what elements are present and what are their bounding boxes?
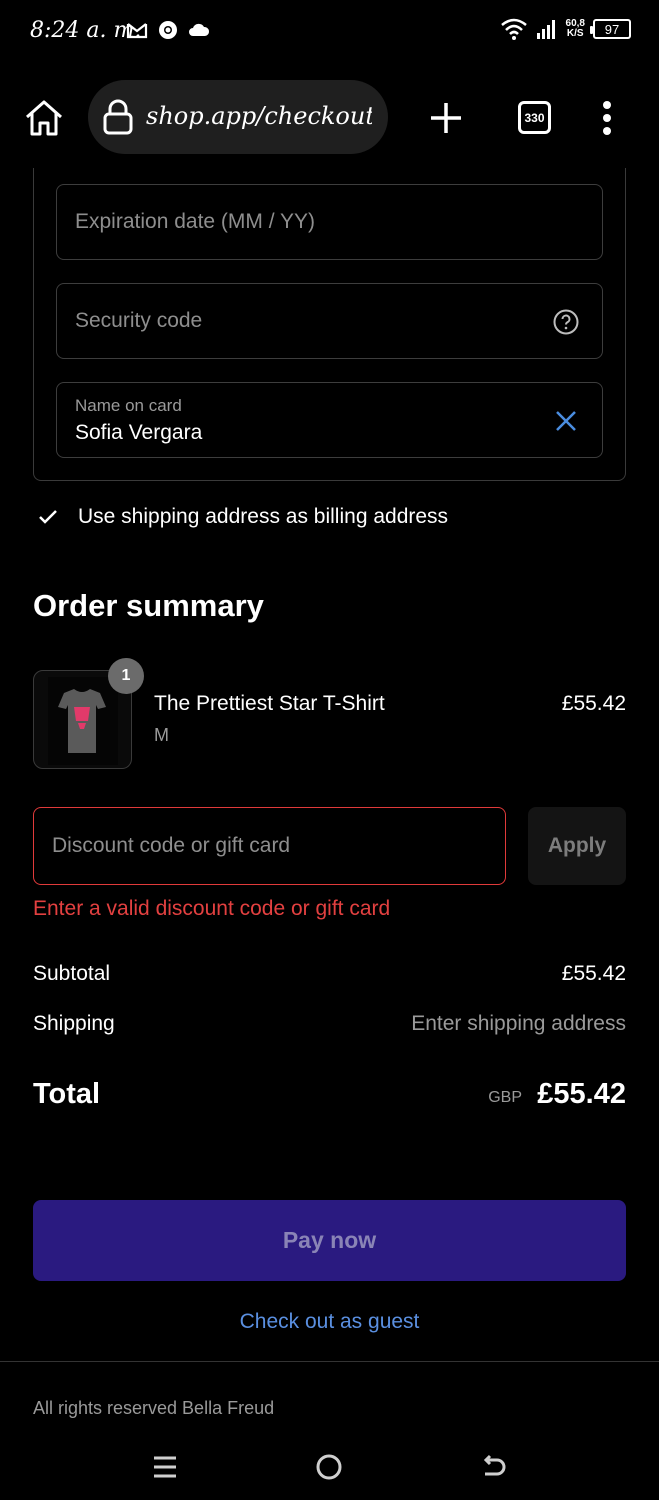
- wifi-icon: [500, 18, 527, 40]
- footer-copyright: All rights reserved Bella Freud: [33, 1398, 275, 1418]
- total-value: £55.42: [537, 1078, 626, 1110]
- product-name: The Prettiest Star T-Shirt: [154, 692, 385, 715]
- total-label: Total: [33, 1078, 101, 1110]
- gmail-icon: [126, 23, 148, 39]
- apply-discount-button[interactable]: Apply: [528, 807, 626, 885]
- chrome-icon: [159, 21, 177, 39]
- footer-divider: [0, 1361, 659, 1362]
- cloud-icon: [189, 23, 210, 36]
- back-icon[interactable]: [477, 1450, 511, 1484]
- new-tab-icon[interactable]: [426, 98, 466, 138]
- name-on-card-field[interactable]: Name on card Sofia Vergara: [56, 382, 603, 458]
- browser-toolbar: shop.app/checkout/5 330: [0, 80, 659, 154]
- expiration-date-placeholder: Expiration date (MM / YY): [75, 210, 316, 233]
- subtotal-value: £55.42: [561, 962, 626, 985]
- clear-icon[interactable]: [552, 407, 580, 435]
- product-price: £55.42: [561, 692, 626, 715]
- name-on-card-label: Name on card: [75, 396, 182, 415]
- discount-error-message: Enter a valid discount code or gift card: [33, 897, 391, 920]
- home-nav-icon[interactable]: [312, 1450, 346, 1484]
- network-speed: 60,8 K/S: [566, 19, 585, 39]
- billing-address-label: Use shipping address as billing address: [78, 505, 449, 528]
- system-icons: 60,8 K/S 97: [500, 18, 631, 40]
- checkout-as-guest-link[interactable]: Check out as guest: [0, 1310, 659, 1334]
- system-navigation-bar: [0, 1430, 659, 1500]
- quantity-badge: 1: [108, 658, 144, 694]
- shipping-value: Enter shipping address: [411, 1012, 626, 1035]
- notification-icons: [126, 20, 210, 40]
- total-currency: GBP: [488, 1089, 522, 1106]
- tab-switcher-button[interactable]: 330: [518, 101, 551, 134]
- status-bar: 8:24 a. m. 60,8 K/S 97: [0, 0, 659, 64]
- product-variant: M: [154, 725, 169, 745]
- order-summary-title: Order summary: [33, 588, 264, 623]
- battery-level: 97: [604, 21, 620, 37]
- url-text: shop.app/checkout/5: [146, 102, 372, 130]
- shipping-label: Shipping: [33, 1012, 115, 1035]
- discount-code-input[interactable]: Discount code or gift card: [33, 807, 506, 885]
- status-time: 8:24 a. m.: [30, 18, 142, 43]
- security-code-field[interactable]: Security code: [56, 283, 603, 359]
- discount-code-placeholder: Discount code or gift card: [52, 834, 291, 857]
- billing-address-checkbox[interactable]: Use shipping address as billing address: [38, 505, 448, 529]
- name-on-card-value: Sofia Vergara: [75, 421, 203, 444]
- security-code-placeholder: Security code: [75, 309, 203, 332]
- subtotal-label: Subtotal: [33, 962, 111, 985]
- lock-icon: [103, 99, 133, 135]
- check-icon: [39, 510, 57, 524]
- tab-count: 330: [524, 110, 545, 125]
- help-icon[interactable]: [552, 308, 580, 336]
- home-icon[interactable]: [22, 96, 66, 140]
- signal-icon: [536, 20, 555, 39]
- pay-now-button[interactable]: Pay now: [33, 1200, 626, 1281]
- network-speed-unit: K/S: [566, 28, 584, 39]
- more-menu-icon[interactable]: [594, 98, 620, 138]
- expiration-date-field[interactable]: Expiration date (MM / YY): [56, 184, 603, 260]
- address-bar[interactable]: shop.app/checkout/5: [88, 80, 388, 154]
- recent-apps-icon[interactable]: [148, 1450, 182, 1484]
- battery-icon: 97: [590, 19, 631, 39]
